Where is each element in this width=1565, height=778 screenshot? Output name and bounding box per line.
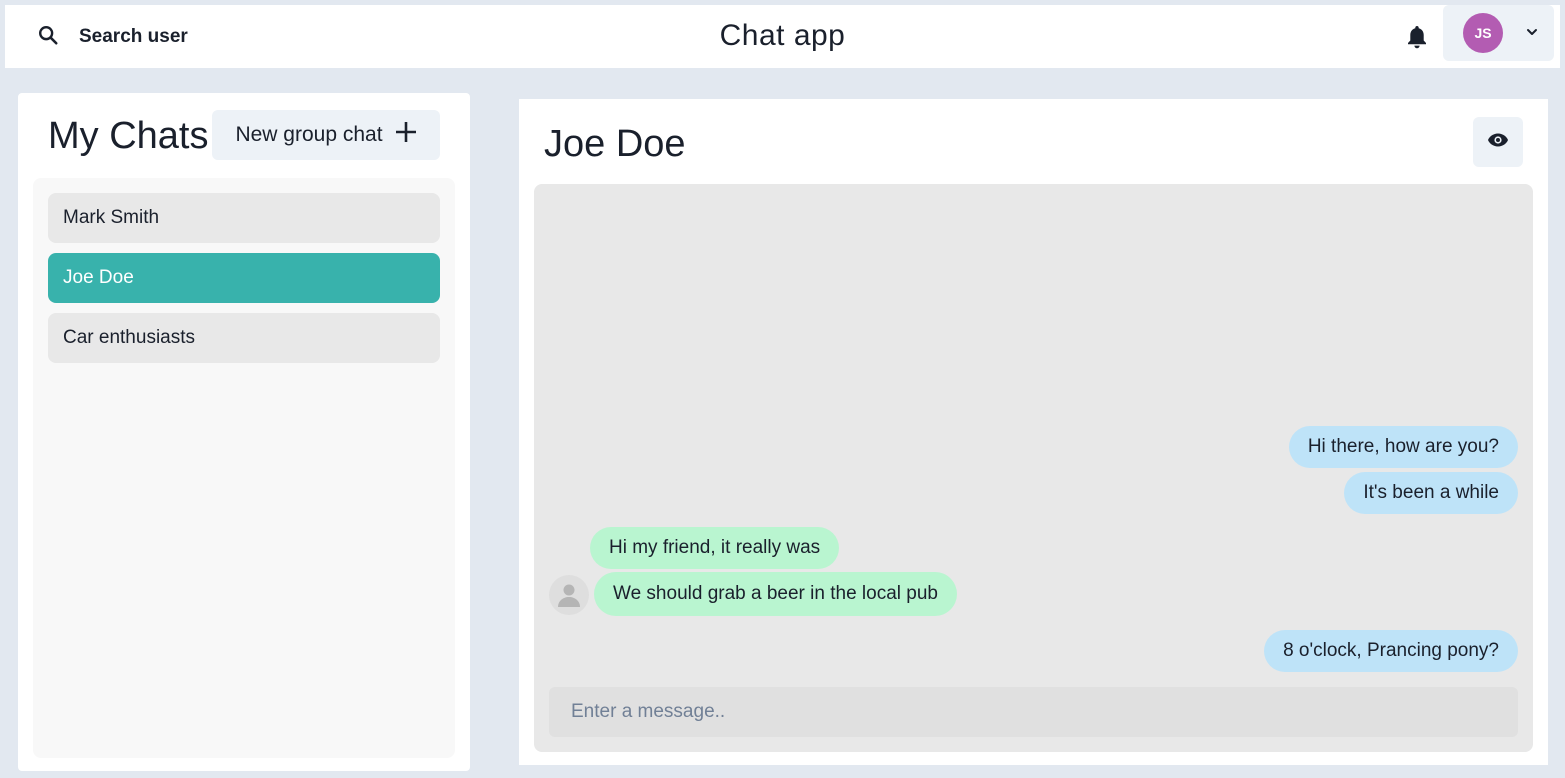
chat-list-item-car-enthusiasts[interactable]: Car enthusiasts (48, 313, 440, 363)
chat-list-item-label: Joe Doe (63, 267, 134, 288)
message-bubble-sent: Hi there, how are you? (1288, 426, 1518, 468)
message-bubble-sent: It's been a while (1344, 472, 1518, 514)
chat-list: Mark Smith Joe Doe Car enthusiasts (33, 178, 455, 758)
search-user-button[interactable]: Search user (27, 18, 198, 56)
messages-area: Hi there, how are you? It's been a while… (534, 184, 1533, 752)
new-group-chat-button[interactable]: New group chat (212, 110, 440, 160)
chevron-down-icon (1525, 24, 1539, 42)
my-chats-panel: My Chats New group chat Mark Smith Joe D… (12, 87, 476, 777)
search-user-label: Search user (79, 26, 188, 47)
new-group-chat-label: New group chat (235, 123, 383, 146)
app-title: Chat app (719, 19, 846, 52)
message-bubble-received: Hi my friend, it really was (590, 527, 840, 569)
conversation-panel: Joe Doe Hi there, how are you? It's been… (507, 87, 1560, 777)
chat-list-item-label: Mark Smith (63, 207, 160, 228)
profile-menu-button[interactable]: JS (1443, 5, 1554, 61)
plus-icon (395, 121, 417, 149)
sender-avatar (549, 575, 589, 615)
chat-list-item-mark-smith[interactable]: Mark Smith (48, 193, 440, 243)
search-icon (37, 24, 59, 51)
my-chats-title: My Chats (48, 115, 209, 157)
top-bar: Search user Chat app JS (5, 5, 1560, 68)
message-input[interactable] (549, 687, 1518, 737)
avatar: JS (1463, 13, 1503, 53)
message-bubble-received: We should grab a beer in the local pub (594, 572, 957, 616)
view-profile-button[interactable] (1473, 117, 1523, 167)
chat-title: Joe Doe (544, 123, 686, 165)
eye-icon (1487, 132, 1509, 153)
chat-list-item-label: Car enthusiasts (63, 327, 196, 348)
bell-icon[interactable] (1403, 23, 1431, 51)
message-bubble-sent: 8 o'clock, Prancing pony? (1264, 630, 1518, 672)
chat-list-item-joe-doe[interactable]: Joe Doe (48, 253, 440, 303)
